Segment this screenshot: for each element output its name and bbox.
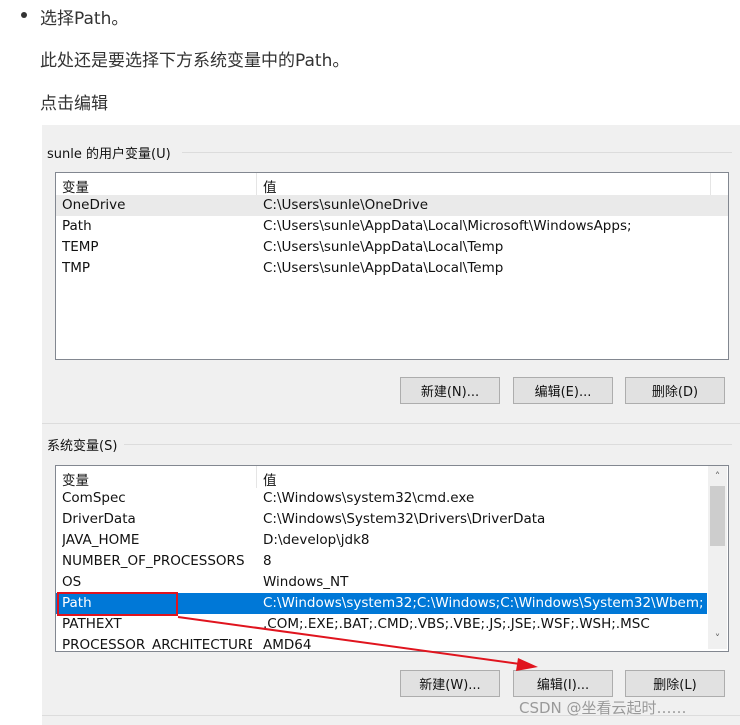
annotation-arrow (177, 616, 538, 671)
watermark: CSDN @坐看云起时…… (519, 699, 687, 717)
